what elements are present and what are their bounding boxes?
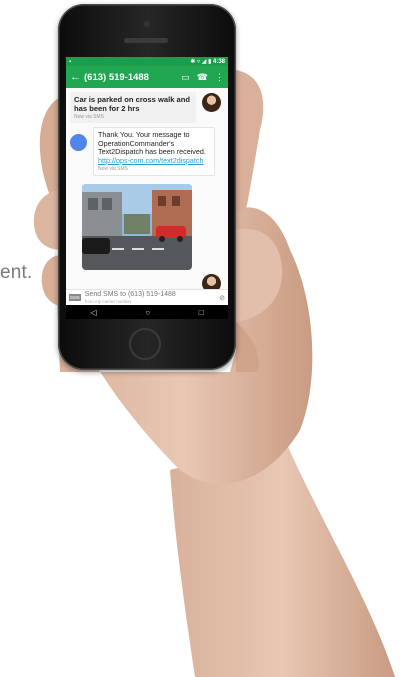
phone-screen: ▪ ✱ ▿ ◢ ▮ 4:38 ← (613) 519-1488 ▭ ☎ ⋮ Ca… — [66, 57, 228, 319]
wifi-icon: ▿ — [197, 59, 201, 65]
outgoing-message-body: Thank You. Your message to OperationComm… — [98, 130, 206, 157]
video-call-icon[interactable]: ▭ — [181, 72, 190, 83]
text2dispatch-link[interactable]: http://ops-com.com/text2dispatch — [98, 156, 203, 165]
home-button[interactable] — [129, 328, 161, 360]
message-meta: Now via SMS — [98, 166, 129, 173]
outgoing-message-text: Thank You. Your message to OperationComm… — [98, 130, 210, 165]
incoming-message-bubble[interactable]: Car is parked on cross walk and has been… — [70, 92, 196, 123]
contact-avatar[interactable] — [202, 93, 221, 112]
battery-icon: ▮ — [208, 59, 212, 65]
overflow-menu-icon[interactable]: ⋮ — [215, 72, 224, 83]
status-right: ✱ ▿ ◢ ▮ 4:38 — [190, 58, 225, 65]
compose-placeholder: Send SMS to (613) 519-1488 — [84, 290, 176, 298]
attach-icon[interactable]: ⊘ — [219, 294, 225, 302]
mms-photo-attachment[interactable] — [82, 184, 192, 271]
compose-subtext: from my carrier number — [84, 298, 132, 304]
nav-recents-icon[interactable]: □ — [199, 308, 204, 317]
status-bar: ▪ ✱ ▿ ◢ ▮ 4:38 — [66, 57, 228, 66]
conversation-app-bar: ← (613) 519-1488 ▭ ☎ ⋮ — [66, 66, 228, 88]
smartphone-device: ▪ ✱ ▿ ◢ ▮ 4:38 ← (613) 519-1488 ▭ ☎ ⋮ Ca… — [58, 4, 236, 370]
nav-home-icon[interactable]: ○ — [145, 308, 150, 317]
status-time: 4:38 — [212, 59, 225, 65]
message-meta: Now via SMS — [74, 114, 105, 120]
android-nav-bar: ◁ ○ □ — [66, 305, 228, 319]
compose-input[interactable]: Send SMS to (613) 519-1488 from my carri… — [85, 291, 219, 305]
message-list: Car is parked on cross walk and has been… — [66, 88, 228, 293]
contact-title: (613) 519-1488 — [84, 71, 149, 83]
outgoing-message-bubble[interactable]: Thank You. Your message to OperationComm… — [93, 127, 215, 177]
street-photo-image — [82, 184, 192, 271]
nav-back-icon[interactable]: ◁ — [90, 308, 96, 317]
bluetooth-icon: ✱ — [190, 59, 196, 65]
front-camera — [144, 21, 150, 27]
back-arrow-icon[interactable]: ← — [70, 71, 84, 83]
signal-icon: ◢ — [201, 59, 207, 65]
incoming-message-text: Car is parked on cross walk and has been… — [74, 95, 191, 113]
self-avatar — [70, 134, 87, 151]
notification-icon: ▪ — [69, 58, 72, 65]
phone-call-icon[interactable]: ☎ — [197, 72, 208, 83]
earpiece-speaker — [124, 38, 168, 43]
compose-bar: SMS Send SMS to (613) 519-1488 from my c… — [66, 289, 228, 305]
sms-badge: SMS — [69, 294, 81, 301]
